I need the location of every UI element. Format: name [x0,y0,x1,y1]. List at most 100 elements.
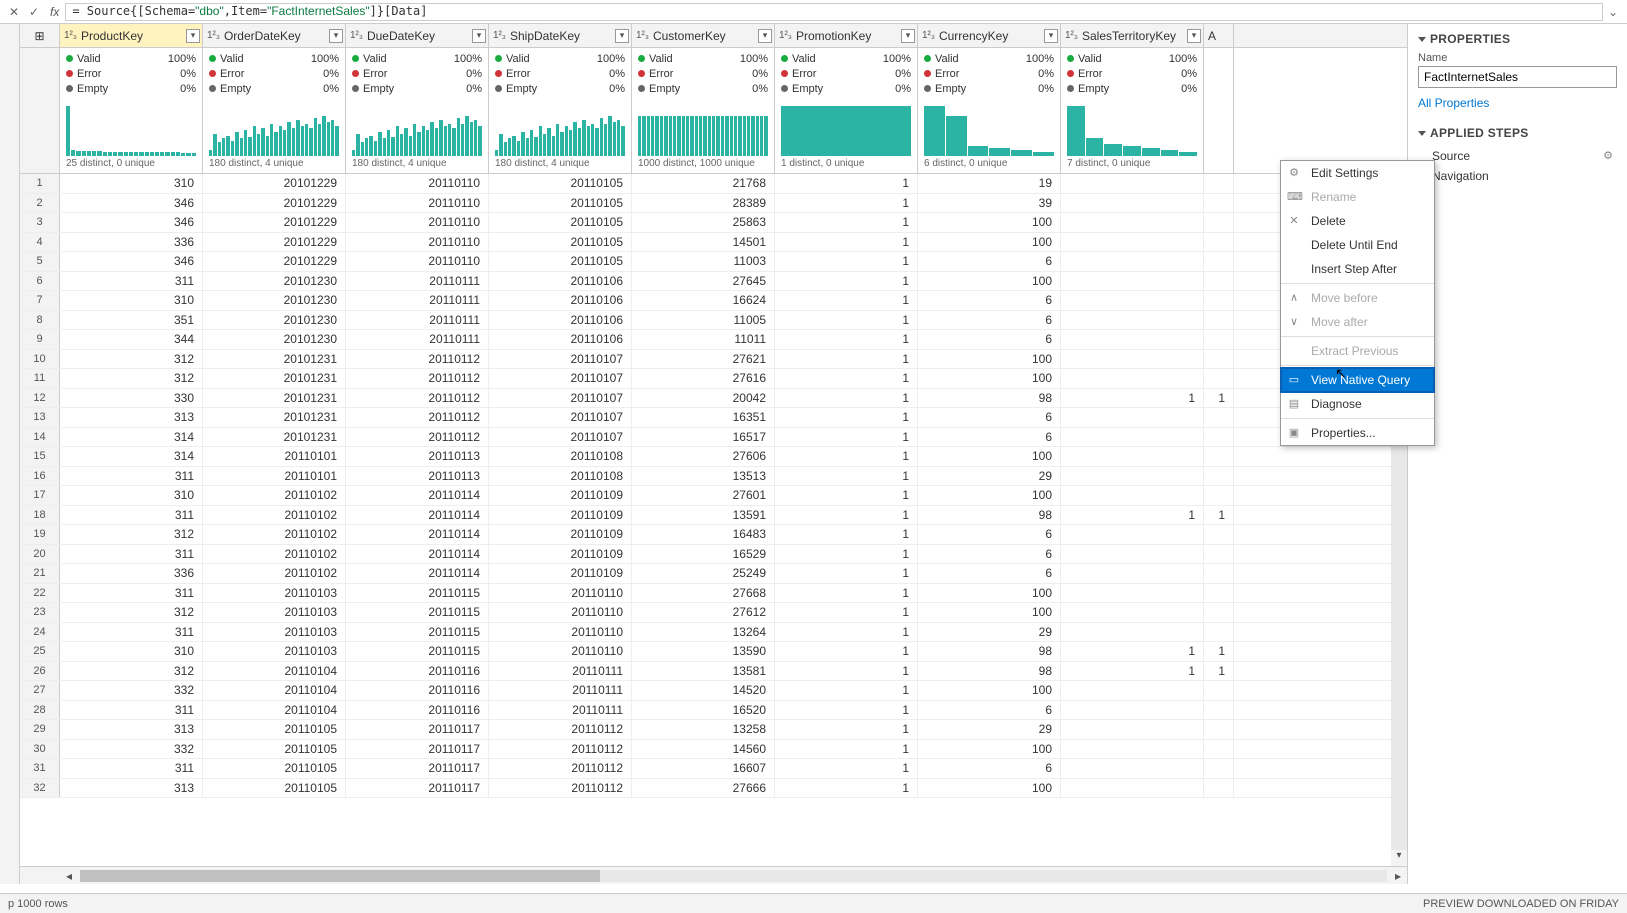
table-row[interactable]: 30332201101052011011720110112145601100 [20,740,1407,760]
cell[interactable]: 20110106 [489,272,632,291]
cell[interactable] [1061,233,1204,252]
cell[interactable]: 1 [775,330,918,349]
column-header-promotionkey[interactable]: 1²₃PromotionKey▾ [775,24,918,47]
cell[interactable]: 20110114 [346,525,489,544]
cell[interactable]: 20110111 [346,272,489,291]
cell[interactable]: 20110117 [346,740,489,759]
column-header-shipdatekey[interactable]: 1²₃ShipDateKey▾ [489,24,632,47]
cell[interactable]: 20110102 [203,564,346,583]
cell[interactable]: 20110106 [489,330,632,349]
table-row[interactable]: 183112011010220110114201101091359119811 [20,506,1407,526]
cell[interactable] [1204,759,1234,778]
cell[interactable]: 25863 [632,213,775,232]
cell[interactable]: 312 [60,369,203,388]
column-header-currencykey[interactable]: 1²₃CurrencyKey▾ [918,24,1061,47]
table-row[interactable]: 73102010123020110111201101061662416 [20,291,1407,311]
cell[interactable]: 20110113 [346,467,489,486]
cell[interactable]: 310 [60,174,203,193]
cell[interactable]: 1 [1204,662,1234,681]
row-number[interactable]: 7 [20,291,60,310]
cell[interactable]: 20110110 [346,194,489,213]
cell[interactable]: 1 [775,662,918,681]
cell[interactable]: 1 [775,213,918,232]
cell[interactable]: 20101229 [203,194,346,213]
cell[interactable]: 20101230 [203,272,346,291]
row-number[interactable]: 20 [20,545,60,564]
applied-step[interactable]: Source [1418,146,1617,166]
cell[interactable]: 20110112 [346,369,489,388]
cell[interactable] [1204,525,1234,544]
cell[interactable]: 6 [918,564,1061,583]
cell[interactable]: 20110117 [346,720,489,739]
cell[interactable] [1061,213,1204,232]
cell[interactable]: 1 [775,642,918,661]
cell[interactable]: 20042 [632,389,775,408]
cell[interactable] [1061,369,1204,388]
cell[interactable]: 20110102 [203,506,346,525]
table-row[interactable]: 2931320110105201101172011011213258129 [20,720,1407,740]
cell[interactable]: 313 [60,408,203,427]
cell[interactable] [1204,311,1234,330]
cell[interactable]: 20110109 [489,486,632,505]
row-number[interactable]: 27 [20,681,60,700]
cell[interactable]: 27616 [632,369,775,388]
menu-item-edit-settings[interactable]: ⚙Edit Settings [1281,161,1434,185]
column-filter-icon[interactable]: ▾ [472,29,486,43]
table-row[interactable]: 2431120110103201101152011011013264129 [20,623,1407,643]
table-row[interactable]: 131020101229201101102011010521768119 [20,174,1407,194]
cell[interactable]: 16529 [632,545,775,564]
cell[interactable]: 344 [60,330,203,349]
applied-step[interactable]: ✕Navigation [1418,166,1617,186]
table-row[interactable]: 10312201012312011011220110107276211100 [20,350,1407,370]
cell[interactable]: 27606 [632,447,775,466]
cell[interactable]: 1 [1204,506,1234,525]
cell[interactable]: 100 [918,213,1061,232]
cell[interactable]: 332 [60,681,203,700]
cell[interactable]: 20101229 [203,233,346,252]
cell[interactable]: 313 [60,779,203,798]
column-filter-icon[interactable]: ▾ [1044,29,1058,43]
cell[interactable]: 20110105 [203,759,346,778]
row-number[interactable]: 12 [20,389,60,408]
cell[interactable]: 1 [775,350,918,369]
cell[interactable]: 20101229 [203,213,346,232]
row-number[interactable]: 18 [20,506,60,525]
cell[interactable] [1204,564,1234,583]
cell[interactable]: 20101229 [203,174,346,193]
cell[interactable] [1204,603,1234,622]
cell[interactable]: 346 [60,194,203,213]
cell[interactable]: 27621 [632,350,775,369]
cell[interactable]: 1 [775,603,918,622]
cell[interactable] [1204,272,1234,291]
cell[interactable]: 1 [775,740,918,759]
formula-input[interactable]: = Source{[Schema="dbo",Item="FactInterne… [65,3,1603,21]
row-number[interactable]: 23 [20,603,60,622]
cell[interactable] [1204,174,1234,193]
table-row[interactable]: 3346201012292011011020110105258631100 [20,213,1407,233]
cell[interactable]: 311 [60,272,203,291]
cell[interactable]: 20110110 [489,603,632,622]
row-number[interactable]: 11 [20,369,60,388]
row-number[interactable]: 10 [20,350,60,369]
row-number[interactable]: 25 [20,642,60,661]
row-number[interactable]: 4 [20,233,60,252]
cell[interactable]: 312 [60,662,203,681]
cell[interactable]: 16607 [632,759,775,778]
table-row[interactable]: 213362011010220110114201101092524916 [20,564,1407,584]
cell[interactable]: 6 [918,759,1061,778]
cell[interactable]: 20110112 [489,759,632,778]
cell[interactable]: 16520 [632,701,775,720]
cell[interactable]: 311 [60,545,203,564]
cell[interactable]: 6 [918,545,1061,564]
cell[interactable]: 20110112 [489,740,632,759]
cell[interactable]: 20110116 [346,662,489,681]
cell[interactable]: 20101230 [203,330,346,349]
cell[interactable]: 29 [918,467,1061,486]
cell[interactable]: 6 [918,330,1061,349]
cell[interactable] [1204,740,1234,759]
cell[interactable]: 20110103 [203,623,346,642]
cell[interactable] [1204,350,1234,369]
cell[interactable]: 20110109 [489,506,632,525]
row-number[interactable]: 29 [20,720,60,739]
cell[interactable]: 20101231 [203,350,346,369]
